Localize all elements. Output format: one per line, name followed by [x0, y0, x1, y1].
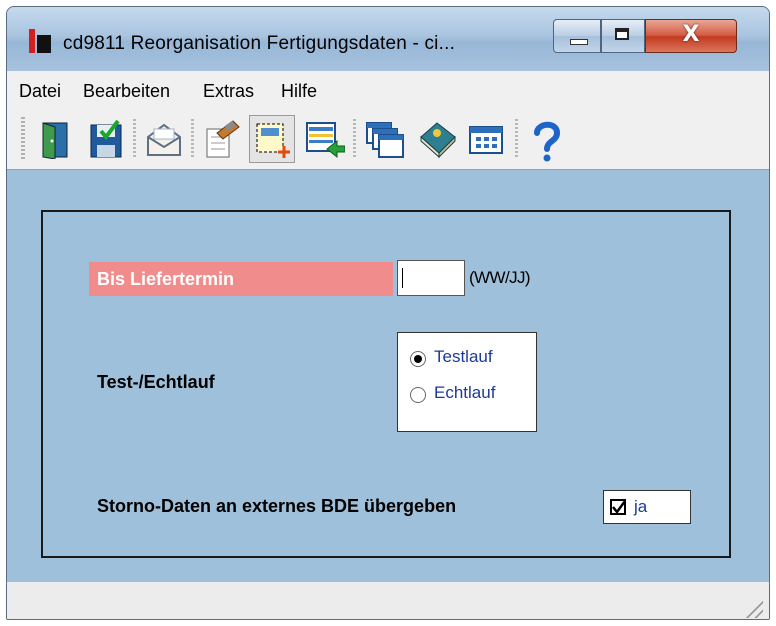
window-title: cd9811 Reorganisation Fertigungsdaten - …	[63, 33, 456, 54]
save-button[interactable]	[83, 115, 129, 163]
radio-testlauf[interactable]	[410, 351, 426, 367]
toolbar-separator	[353, 119, 356, 159]
save-icon	[90, 119, 122, 158]
book-button[interactable]	[413, 115, 459, 163]
form-area: Bis Liefertermin (WW/JJ) Test-/Echtlauf …	[7, 169, 769, 582]
new-selection-icon	[256, 123, 290, 158]
delivery-date-format-hint: (WW/JJ)	[469, 268, 531, 287]
minimize-icon	[570, 39, 588, 45]
calendar-button[interactable]	[463, 115, 509, 163]
book-icon	[420, 122, 456, 159]
delivery-date-label: Bis Liefertermin	[89, 262, 393, 296]
close-icon: X	[682, 22, 700, 47]
run-mode-label: Test-/Echtlauf	[97, 372, 215, 392]
toolbar-separator	[515, 119, 518, 159]
transfer-button[interactable]	[301, 115, 347, 163]
toolbar	[7, 111, 769, 170]
mail-button[interactable]	[141, 115, 187, 163]
delivery-date-input[interactable]	[397, 260, 465, 296]
minimize-button[interactable]	[553, 19, 601, 53]
menu-bar: Datei Bearbeiten Extras Hilfe	[7, 71, 769, 112]
maximize-button[interactable]	[601, 19, 645, 53]
menu-extras[interactable]: Extras	[203, 81, 254, 102]
checkmark-icon	[612, 500, 627, 515]
storno-label: Storno-Daten an externes BDE übergeben	[97, 496, 457, 516]
toolbar-separator	[133, 119, 136, 159]
radio-echtlauf[interactable]	[410, 387, 426, 403]
menu-hilfe[interactable]: Hilfe	[281, 81, 317, 102]
form-frame: Bis Liefertermin (WW/JJ) Test-/Echtlauf …	[41, 210, 731, 558]
run-mode-radio-group: Testlauf Echtlauf	[397, 332, 537, 432]
exit-button[interactable]	[31, 115, 77, 163]
help-icon	[534, 121, 561, 162]
application-window: cd9811 Reorganisation Fertigungsdaten - …	[6, 6, 770, 620]
maximize-icon	[615, 28, 629, 40]
toolbar-grip[interactable]	[21, 117, 25, 161]
help-button[interactable]	[523, 115, 569, 163]
windows-stack-icon	[366, 122, 404, 158]
menu-bearbeiten[interactable]: Bearbeiten	[83, 81, 170, 102]
radio-echtlauf-label[interactable]: Echtlauf	[434, 383, 495, 403]
text-caret	[402, 268, 403, 288]
exit-door-icon	[42, 122, 68, 159]
edit-document-icon	[206, 120, 240, 158]
storno-checkbox-field[interactable]: ja	[603, 490, 691, 524]
radio-testlauf-label[interactable]: Testlauf	[434, 347, 493, 367]
list-transfer-icon	[306, 122, 345, 159]
windows-button[interactable]	[361, 115, 407, 163]
calendar-grid-icon	[469, 126, 503, 154]
edit-button[interactable]	[199, 115, 245, 163]
mail-icon	[147, 123, 181, 156]
resize-grip-icon[interactable]	[743, 598, 763, 618]
status-bar	[7, 581, 769, 619]
menu-datei[interactable]: Datei	[19, 81, 61, 102]
toolbar-separator	[191, 119, 194, 159]
storno-checkbox[interactable]	[610, 499, 627, 515]
app-icon[interactable]	[29, 29, 51, 53]
storno-checkbox-label[interactable]: ja	[634, 497, 647, 517]
close-button[interactable]: X	[645, 19, 737, 53]
title-bar[interactable]: cd9811 Reorganisation Fertigungsdaten - …	[7, 7, 769, 71]
new-selection-button[interactable]	[249, 115, 295, 163]
